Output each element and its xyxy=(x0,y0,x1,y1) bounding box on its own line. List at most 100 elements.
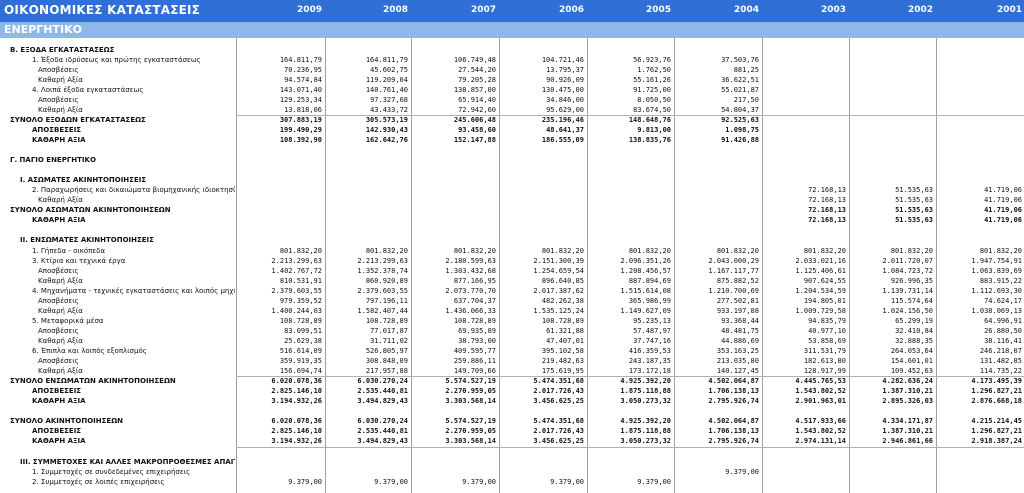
cell-value: 1.084.723,72 xyxy=(882,266,933,275)
cell-value: 926.996,35 xyxy=(890,276,933,285)
cell-value: 875.882,52 xyxy=(716,276,759,285)
year-header-2002: 2002 xyxy=(907,5,933,15)
cell-value: 1.024.156,50 xyxy=(882,306,933,315)
cell-value: 801.832,20 xyxy=(803,246,846,255)
cell-value: 877.166,95 xyxy=(453,276,496,285)
cell-value: 72.168,13 xyxy=(808,186,846,195)
cell-value: 45.602,75 xyxy=(370,65,408,74)
cell-value: 1.139.731,14 xyxy=(882,286,933,295)
cell-value: 77.017,87 xyxy=(370,326,408,335)
cell-value: 1.038.069,13 xyxy=(971,306,1022,315)
cell-value: 5.474.351,68 xyxy=(533,417,584,426)
cell-value: 9.379,00 xyxy=(725,467,759,476)
cell-value: 6.030.270,24 xyxy=(357,377,408,386)
cell-value: 979.359,52 xyxy=(279,296,322,305)
cell-value: 1.125.406,61 xyxy=(795,266,846,275)
row-label: ΑΠΟΣΒΕΣΕΙΣ xyxy=(32,387,82,396)
cell-value: 41.719,06 xyxy=(984,216,1022,225)
cell-value: 108.728,89 xyxy=(453,316,496,325)
row-label: Γ. ΠΑΓΙΟ ΕΝΕΡΓΗΤΙΚΟ xyxy=(10,156,96,165)
row-label: 1. Συμμετοχές σε συνδεδεμένες επιχειρήσε… xyxy=(32,467,191,476)
cell-value: 9.379,00 xyxy=(550,477,584,486)
cell-value: 32.410,84 xyxy=(895,326,933,335)
cell-value: 2.825.146,10 xyxy=(271,427,322,436)
cell-value: 801.832,20 xyxy=(890,246,933,255)
row-label: I. ΑΣΩΜΑΤΕΣ ΑΚΙΝΗΤΟΠΟΙΗΣΕΙΣ xyxy=(20,176,147,185)
cell-value: 51.535,63 xyxy=(895,186,933,195)
cell-value: 810.531,91 xyxy=(279,276,322,285)
cell-value: 637.704,37 xyxy=(453,296,496,305)
row-label: 6. Έπιπλα και λοιπός εξοπλισμός xyxy=(32,347,147,355)
cell-value: 2.795.926,74 xyxy=(708,437,759,446)
cell-value: 57.487,97 xyxy=(633,326,671,335)
cell-value: 1.543.802,52 xyxy=(795,427,846,436)
cell-value: 164.811,79 xyxy=(365,55,408,64)
cell-value: 259.886,11 xyxy=(453,357,496,366)
cell-value: 2.213.299,63 xyxy=(271,256,322,265)
cell-value: 1.400.244,03 xyxy=(271,306,322,315)
cell-value: 13.818,06 xyxy=(284,105,322,114)
row-label: ΚΑΘΑΡΗ ΑΞΙΑ xyxy=(32,437,86,446)
row-label: 2. Συμμετοχές σε λοιπές επιχειρήσεις xyxy=(32,477,165,486)
row-label: ΑΠΟΣΒΕΣΕΙΣ xyxy=(32,125,82,134)
row-label: ΣΥΝΟΛΟ ΕΞΟΔΩΝ ΕΓΚΑΤΑΣΤΑΣΕΩΣ xyxy=(10,115,146,124)
cell-value: 26.880,50 xyxy=(984,326,1022,335)
cell-value: 1.254.659,54 xyxy=(533,266,584,275)
row-label: Αποσβέσεις xyxy=(38,357,79,366)
cell-value: 3.494.829,43 xyxy=(357,437,408,446)
cell-value: 53.858,69 xyxy=(808,336,846,345)
year-header-2001: 2001 xyxy=(996,5,1022,15)
cell-value: 41.719,06 xyxy=(984,186,1022,195)
cell-value: 48.481,75 xyxy=(721,326,759,335)
cell-value: 56.923,76 xyxy=(633,55,671,64)
cell-value: 2.918.387,24 xyxy=(971,437,1022,446)
cell-value: 311.531,79 xyxy=(803,347,846,355)
cell-value: 2.043.000,29 xyxy=(708,256,759,265)
cell-value: 129.253,34 xyxy=(279,95,322,104)
cell-value: 1.149.627,09 xyxy=(620,306,671,315)
cell-value: 801.832,20 xyxy=(541,246,584,255)
cell-value: 34.846,00 xyxy=(546,95,584,104)
cell-value: 801.832,20 xyxy=(279,246,322,255)
row-label: Αποσβέσεις xyxy=(38,266,79,275)
row-label: Καθαρή Αξία xyxy=(38,367,83,376)
cell-value: 109.452,63 xyxy=(890,367,933,376)
cell-value: 64.996,91 xyxy=(984,316,1022,325)
cell-value: 95.629,00 xyxy=(546,105,584,114)
row-label: 4. Λοιπά έξοδα εγκαταστάσεως xyxy=(32,85,144,94)
cell-value: 2.946.861,66 xyxy=(882,437,933,446)
cell-value: 1.402.767,72 xyxy=(271,266,322,275)
cell-value: 1.582.407,44 xyxy=(357,306,408,315)
cell-value: 395.102,58 xyxy=(541,347,584,355)
cell-value: 933.197,88 xyxy=(716,306,759,315)
cell-value: 2.379.603,55 xyxy=(357,286,408,295)
cell-value: 6.030.270,24 xyxy=(357,417,408,426)
cell-value: 409.595,77 xyxy=(453,347,496,355)
cell-value: 128.917,99 xyxy=(803,367,846,376)
cell-value: 92.525,63 xyxy=(721,115,759,124)
cell-value: 1.947.754,91 xyxy=(971,256,1022,265)
cell-value: 164.811,79 xyxy=(279,55,322,64)
cell-value: 213.035,80 xyxy=(716,357,759,366)
cell-value: 51.535,63 xyxy=(895,206,933,215)
cell-value: 3.456.625,25 xyxy=(533,437,584,446)
spreadsheet: ΟΙΚΟΝΟΜΙΚΕΣ ΚΑΤΑΣΤΑΣΕΙΣ 2009 2008 2007 2006… xyxy=(0,0,1024,493)
cell-value: 91.426,88 xyxy=(721,135,759,144)
row-label: 5. Μεταφορικά μέσα xyxy=(32,316,104,325)
cell-value: 41.719,06 xyxy=(984,206,1022,215)
cell-value: 162.642,76 xyxy=(365,135,408,144)
cell-value: 51.535,63 xyxy=(895,196,933,205)
cell-value: 801.832,20 xyxy=(628,246,671,255)
cell-value: 2.535.440,81 xyxy=(357,387,408,396)
cell-value: 173.172,18 xyxy=(628,367,671,376)
cell-value: 194.805,01 xyxy=(803,296,846,305)
cell-value: 44.886,69 xyxy=(721,336,759,345)
cell-value: 1.875.118,88 xyxy=(620,387,671,396)
cell-value: 1.543.802,52 xyxy=(795,387,846,396)
cell-value: 1.387.310,21 xyxy=(882,387,933,396)
row-label: ΣΥΝΟΛΟ ΑΚΙΝΗΤΟΠΟΙΗΣΕΩΝ xyxy=(10,417,123,426)
cell-value: 8.050,50 xyxy=(637,95,671,104)
cell-value: 186.555,09 xyxy=(541,135,584,144)
cell-value: 1.706.138,13 xyxy=(708,427,759,436)
cell-value: 83.099,51 xyxy=(284,326,322,335)
